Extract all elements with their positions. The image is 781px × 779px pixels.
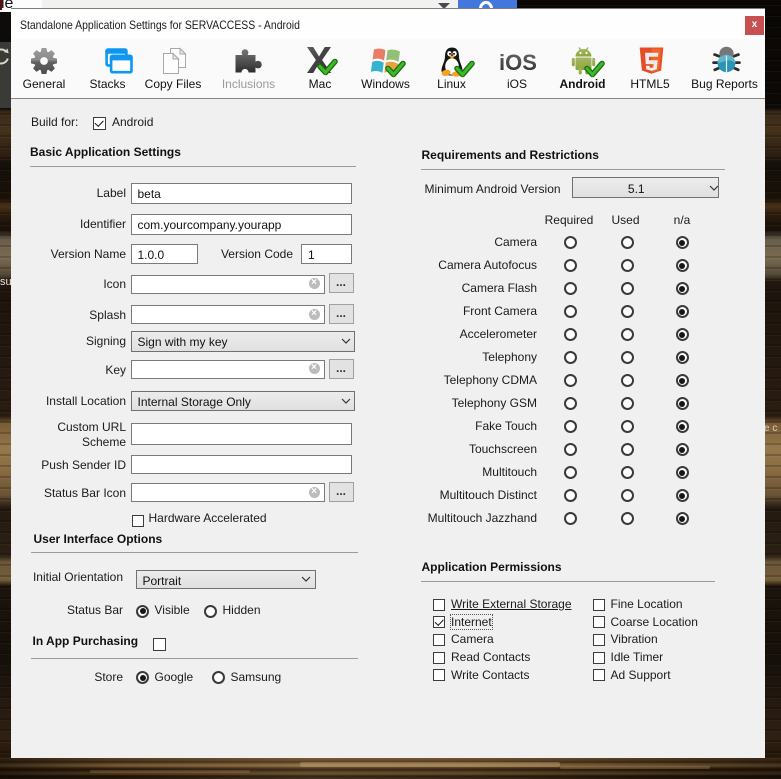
svg-text:iOS: iOS [499,50,537,75]
